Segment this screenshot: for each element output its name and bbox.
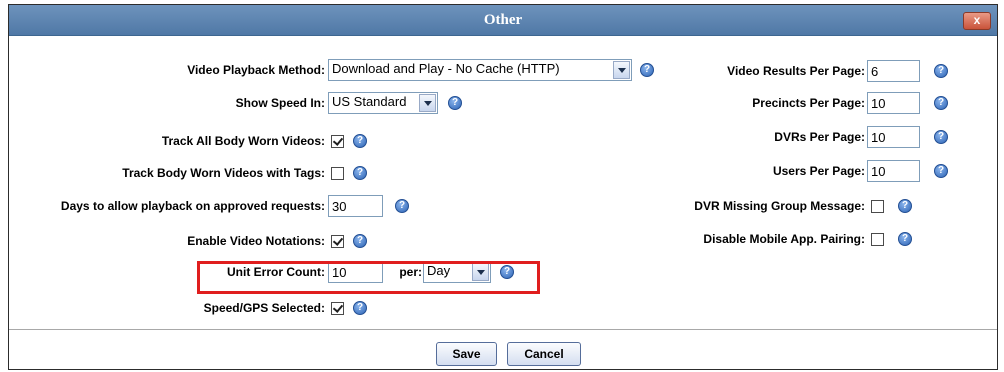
users-per-page-input[interactable] [867, 160, 920, 182]
speed-gps-selected-checkbox[interactable] [331, 302, 344, 315]
help-icon[interactable]: ? [395, 199, 409, 213]
cancel-button[interactable]: Cancel [507, 342, 581, 366]
disable-mobile-app-pairing-label: Disable Mobile App. Pairing: [703, 232, 865, 246]
enable-video-notations-checkbox[interactable] [331, 235, 344, 248]
track-all-body-worn-label: Track All Body Worn Videos: [161, 134, 325, 148]
video-playback-method-value: Download and Play - No Cache (HTTP) [332, 61, 560, 76]
video-playback-method-select[interactable]: Download and Play - No Cache (HTTP) [328, 59, 632, 81]
precincts-per-page-input[interactable] [867, 92, 920, 114]
divider [9, 329, 997, 330]
help-icon[interactable]: ? [934, 96, 948, 110]
dialog-title-bar: Other x [9, 5, 997, 36]
help-icon[interactable]: ? [353, 134, 367, 148]
users-per-page-label: Users Per Page: [772, 164, 865, 178]
track-body-worn-tags-checkbox[interactable] [331, 167, 344, 180]
close-button[interactable]: x [963, 12, 991, 30]
dvrs-per-page-input[interactable] [867, 126, 920, 148]
show-speed-in-select[interactable]: US Standard [328, 92, 438, 114]
show-speed-in-value: US Standard [332, 94, 407, 109]
enable-video-notations-label: Enable Video Notations: [187, 234, 325, 248]
days-allow-playback-label: Days to allow playback on approved reque… [60, 199, 325, 213]
video-results-per-page-input[interactable] [867, 60, 920, 82]
help-icon[interactable]: ? [353, 301, 367, 315]
chevron-down-icon [613, 61, 630, 79]
save-button[interactable]: Save [436, 342, 497, 366]
help-icon[interactable]: ? [448, 96, 462, 110]
help-icon[interactable]: ? [934, 164, 948, 178]
help-icon[interactable]: ? [353, 234, 367, 248]
video-playback-method-label: Video Playback Method: [187, 63, 325, 77]
disable-mobile-app-pairing-checkbox[interactable] [871, 233, 884, 246]
help-icon[interactable]: ? [898, 232, 912, 246]
chevron-down-icon [419, 94, 436, 112]
help-icon[interactable]: ? [353, 166, 367, 180]
dialog-title: Other [483, 12, 523, 28]
dvrs-per-page-label: DVRs Per Page: [774, 130, 865, 144]
precincts-per-page-label: Precincts Per Page: [752, 96, 865, 110]
video-results-per-page-label: Video Results Per Page: [727, 64, 865, 78]
help-icon[interactable]: ? [898, 199, 912, 213]
track-all-body-worn-checkbox[interactable] [331, 135, 344, 148]
highlight-box [197, 261, 540, 294]
speed-gps-selected-label: Speed/GPS Selected: [203, 301, 325, 315]
help-icon[interactable]: ? [934, 64, 948, 78]
dvr-missing-group-message-label: DVR Missing Group Message: [694, 199, 865, 213]
help-icon[interactable]: ? [934, 130, 948, 144]
dvr-missing-group-message-checkbox[interactable] [871, 200, 884, 213]
other-settings-dialog: Other x Video Playback Method: Download … [8, 4, 998, 370]
track-body-worn-tags-label: Track Body Worn Videos with Tags: [122, 166, 325, 180]
days-allow-playback-input[interactable] [328, 195, 383, 217]
show-speed-in-label: Show Speed In: [235, 96, 325, 110]
